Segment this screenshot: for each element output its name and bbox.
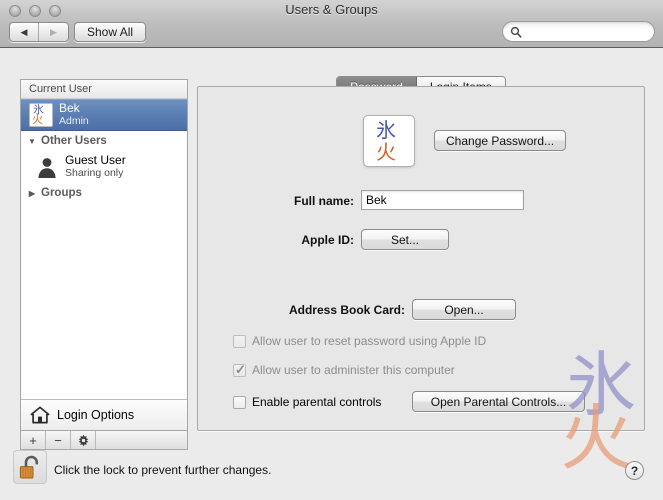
back-button[interactable]: ◀ xyxy=(10,23,39,41)
checkbox-administer-computer[interactable] xyxy=(233,364,246,377)
sidebar-item-bek-labels: Bek Admin xyxy=(59,102,89,128)
sidebar-item-guest-user[interactable]: Guest User Sharing only xyxy=(21,151,187,183)
fire-kanji-icon: 火 xyxy=(32,114,43,126)
avatar-bek-small: 氷 火 xyxy=(29,103,53,127)
sidebar-item-guest-role: Sharing only xyxy=(65,167,126,180)
disclosure-triangle-icon[interactable]: ▶ xyxy=(27,189,37,198)
navigation-segmented-control: ◀ ▶ xyxy=(9,22,69,42)
sidebar-group-groups-label: Groups xyxy=(41,187,82,199)
add-user-button[interactable]: + xyxy=(21,431,46,449)
forward-button[interactable]: ▶ xyxy=(39,23,68,41)
change-password-button[interactable]: Change Password... xyxy=(434,130,566,151)
checkbox-enable-parental-controls[interactable] xyxy=(233,396,246,409)
window-titlebar: Users & Groups ◀ ▶ Show All xyxy=(0,0,663,48)
guest-user-icon xyxy=(35,155,59,179)
unlocked-padlock-icon xyxy=(18,454,44,482)
show-all-button[interactable]: Show All xyxy=(74,22,146,42)
set-apple-id-button[interactable]: Set... xyxy=(361,229,449,250)
password-settings-panel xyxy=(197,86,645,431)
remove-user-button[interactable]: − xyxy=(46,431,71,449)
sidebar-toolbar: + − xyxy=(20,431,188,450)
sidebar-item-bek-role: Admin xyxy=(59,115,89,128)
search-icon xyxy=(510,26,522,38)
window-title: Users & Groups xyxy=(0,1,663,19)
disclosure-triangle-icon[interactable]: ▼ xyxy=(27,137,37,146)
user-picture[interactable]: 氷 火 xyxy=(363,115,415,167)
checkbox-row-administer[interactable]: Allow user to administer this computer xyxy=(233,363,455,377)
open-parental-controls-button[interactable]: Open Parental Controls... xyxy=(412,391,585,412)
sidebar-header-current-user: Current User xyxy=(21,80,187,99)
gear-icon xyxy=(77,434,90,447)
search-field[interactable] xyxy=(502,21,655,42)
users-sidebar: Current User 氷 火 Bek Admin ▼ Other Users… xyxy=(20,79,188,431)
fire-kanji-icon: 火 xyxy=(376,141,396,163)
sidebar-item-bek[interactable]: 氷 火 Bek Admin xyxy=(21,99,187,131)
checkbox-parental-controls-label: Enable parental controls xyxy=(252,395,381,409)
open-address-book-card-button[interactable]: Open... xyxy=(412,299,516,320)
sidebar-item-guest-labels: Guest User Sharing only xyxy=(65,154,126,180)
ice-kanji-icon: 氷 xyxy=(376,119,396,141)
full-name-label: Full name: xyxy=(200,194,354,208)
apple-id-label: Apple ID: xyxy=(200,233,354,247)
sidebar-item-login-options[interactable]: Login Options xyxy=(21,399,187,430)
settings-gear-button[interactable] xyxy=(71,431,96,449)
sidebar-group-groups[interactable]: ▶ Groups xyxy=(21,183,187,203)
sidebar-item-login-options-label: Login Options xyxy=(57,408,134,422)
lock-button[interactable] xyxy=(13,450,47,484)
checkbox-row-parental-controls[interactable]: Enable parental controls xyxy=(233,395,381,409)
address-book-card-label: Address Book Card: xyxy=(200,303,405,317)
checkbox-reset-password[interactable] xyxy=(233,335,246,348)
checkbox-administer-label: Allow user to administer this computer xyxy=(252,363,455,377)
sidebar-item-guest-name: Guest User xyxy=(65,154,126,167)
checkbox-reset-password-label: Allow user to reset password using Apple… xyxy=(252,334,486,348)
lock-hint-text: Click the lock to prevent further change… xyxy=(54,463,271,477)
sidebar-item-bek-name: Bek xyxy=(59,102,89,115)
search-input[interactable] xyxy=(522,22,663,41)
sidebar-group-other-users-label: Other Users xyxy=(41,135,107,147)
help-button[interactable]: ? xyxy=(625,461,644,480)
home-icon xyxy=(30,406,50,424)
checkbox-row-reset-password[interactable]: Allow user to reset password using Apple… xyxy=(233,334,486,348)
sidebar-group-other-users[interactable]: ▼ Other Users xyxy=(21,131,187,151)
full-name-input[interactable] xyxy=(361,190,524,210)
